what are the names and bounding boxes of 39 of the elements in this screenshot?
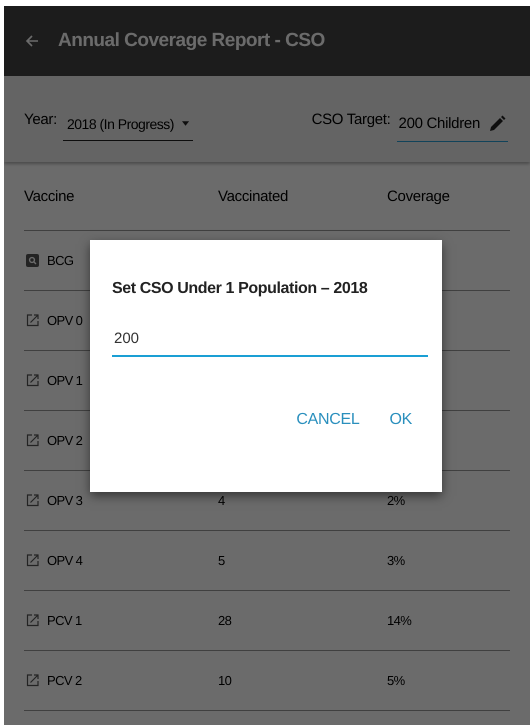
vaccinated-cell: 28: [218, 612, 232, 628]
box-arrow-icon[interactable]: [26, 674, 39, 687]
box-arrow-icon[interactable]: [26, 554, 39, 567]
coverage-cell: 14%: [387, 612, 412, 628]
vaccine-cell: OPV 1: [47, 373, 82, 388]
box-arrow-icon[interactable]: [26, 374, 39, 387]
population-input[interactable]: 200: [112, 326, 428, 357]
coverage-cell: 2%: [387, 492, 405, 508]
year-dropdown[interactable]: 2018 (In Progress): [62, 108, 193, 140]
vaccinated-cell: 5: [218, 552, 225, 568]
vaccine-cell: PCV 1: [47, 613, 82, 628]
box-arrow-icon[interactable]: [26, 314, 39, 327]
coverage-cell: 3%: [387, 552, 405, 568]
column-header: Coverage: [387, 188, 451, 204]
vaccine-cell: OPV 4: [47, 553, 82, 568]
vaccine-cell: OPV 2: [47, 433, 82, 448]
back-arrow-icon[interactable]: [24, 33, 40, 49]
target-field[interactable]: 200 Children: [396, 106, 508, 142]
box-arrow-icon[interactable]: [26, 614, 39, 627]
target-label: CSO Target:: [312, 110, 391, 128]
vaccine-cell: BCG: [47, 253, 74, 268]
dialog-button[interactable]: CANCEL: [296, 407, 360, 433]
year-label: Year:: [24, 110, 57, 128]
vaccinated-cell: 10: [218, 672, 232, 688]
magnifier-icon[interactable]: [26, 254, 39, 267]
dialog-title: Set CSO Under 1 Population – 2018: [112, 280, 368, 298]
box-arrow-icon[interactable]: [26, 434, 39, 447]
vaccine-cell: PCV 2: [47, 673, 82, 688]
vaccine-cell: OPV 0: [47, 313, 82, 328]
caret-icon: [182, 121, 189, 126]
app-title: Annual Coverage Report - CSO: [58, 30, 325, 52]
box-arrow-icon[interactable]: [26, 494, 39, 507]
column-header: Vaccine: [24, 188, 76, 204]
dialog-button[interactable]: OK: [389, 407, 412, 433]
column-header: Vaccinated: [218, 188, 290, 204]
vaccine-cell: OPV 3: [47, 493, 82, 508]
coverage-cell: 5%: [387, 672, 405, 688]
vaccinated-cell: 4: [218, 492, 225, 508]
pencil-icon[interactable]: [488, 114, 506, 132]
